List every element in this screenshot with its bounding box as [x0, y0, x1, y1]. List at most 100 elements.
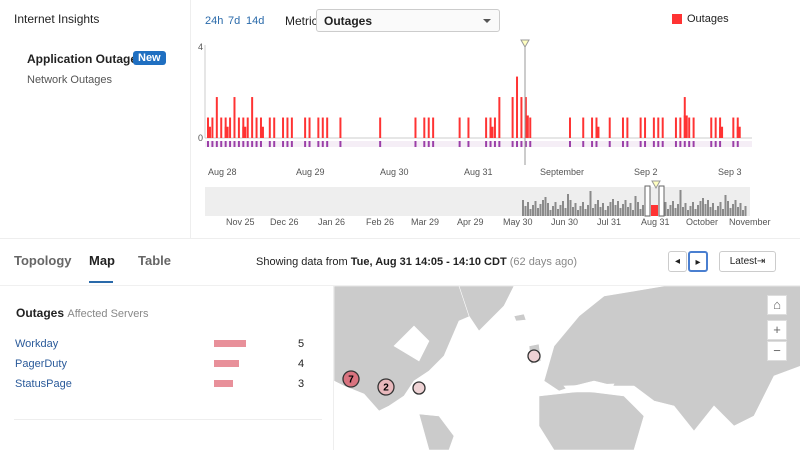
outage-bar[interactable] — [582, 117, 585, 138]
navigator-handle-right[interactable] — [658, 185, 665, 217]
outage-bar[interactable] — [321, 117, 324, 138]
outage-bar[interactable] — [339, 117, 342, 138]
outage-bar[interactable] — [485, 117, 488, 138]
outage-bar[interactable] — [255, 117, 258, 138]
outage-bar[interactable] — [493, 117, 496, 138]
outage-bar[interactable] — [529, 117, 532, 138]
outage-bar[interactable] — [246, 117, 249, 138]
outage-bar[interactable] — [273, 117, 276, 138]
tab-table[interactable]: Table — [138, 253, 171, 268]
server-link-statuspage[interactable]: StatusPage — [15, 378, 72, 390]
navigator-tick: Feb 26 — [366, 217, 395, 227]
zoom-in-button[interactable]: + — [767, 320, 787, 340]
outage-bar[interactable] — [215, 97, 218, 138]
outage-bar[interactable] — [595, 126, 600, 138]
outage-bar[interactable] — [242, 126, 247, 138]
home-icon[interactable]: ⌂ — [767, 295, 787, 315]
outage-bar[interactable] — [710, 117, 713, 138]
navigator-bar — [589, 191, 592, 216]
outage-bar[interactable] — [621, 117, 624, 138]
outage-cluster[interactable] — [412, 381, 426, 395]
outage-bar[interactable] — [644, 117, 647, 138]
navigator-handle-left[interactable] — [644, 185, 651, 217]
outage-bar[interactable] — [626, 117, 629, 138]
outage-bar[interactable] — [652, 117, 655, 138]
outage-bar[interactable] — [736, 126, 741, 138]
outage-bar[interactable] — [498, 97, 501, 138]
navigator-bar — [729, 208, 732, 216]
outage-bar[interactable] — [432, 117, 435, 138]
server-link-workday[interactable]: Workday — [15, 338, 58, 350]
navigator-bar — [667, 209, 669, 216]
navigator-bar — [689, 206, 692, 216]
tab-map[interactable]: Map — [89, 253, 115, 268]
outage-bar[interactable] — [511, 97, 514, 138]
purple-tick — [259, 141, 262, 147]
outage-bar[interactable] — [714, 117, 717, 138]
navigator-bar — [549, 210, 552, 216]
outage-bar[interactable] — [657, 117, 660, 138]
outage-bar[interactable] — [569, 117, 571, 138]
next-button[interactable]: ▸ — [688, 251, 708, 272]
outage-bar[interactable] — [467, 117, 470, 138]
outage-bar[interactable] — [290, 117, 293, 138]
navigator-tick: Jan 26 — [318, 217, 346, 227]
navigator-bar — [739, 203, 742, 216]
outage-bar[interactable] — [458, 117, 461, 138]
world-map[interactable]: 72 ⌂ + − — [333, 286, 800, 450]
outage-bar[interactable] — [220, 117, 223, 138]
navigator-bar — [534, 201, 537, 216]
navigator-tick: October — [686, 217, 719, 227]
outage-bar[interactable] — [732, 117, 735, 138]
purple-tick — [683, 141, 686, 147]
outage-bar[interactable] — [423, 117, 426, 138]
purple-tick — [732, 141, 735, 147]
outage-bar[interactable] — [286, 117, 289, 138]
purple-tick — [286, 141, 289, 147]
purple-tick — [321, 141, 324, 147]
navigator-bar — [672, 201, 674, 216]
outage-bar[interactable] — [639, 117, 642, 138]
outage-bar[interactable] — [259, 126, 264, 138]
previous-button[interactable]: ◂ — [668, 251, 687, 272]
outage-bar[interactable] — [251, 97, 254, 138]
outage-bar[interactable] — [516, 76, 519, 138]
outage-bar[interactable] — [317, 117, 320, 138]
x-tick: Aug 31 — [464, 167, 493, 177]
outage-bar[interactable] — [379, 117, 382, 138]
outage-bar[interactable] — [308, 117, 311, 138]
outage-bar[interactable] — [688, 117, 691, 138]
server-link-pagerduty[interactable]: PagerDuty — [15, 358, 67, 370]
outage-bar[interactable] — [683, 115, 688, 138]
outage-bar[interactable] — [268, 117, 271, 138]
outage-bar[interactable] — [520, 97, 523, 138]
outage-bar[interactable] — [237, 117, 240, 138]
outage-bar[interactable] — [304, 117, 307, 138]
purple-tick — [608, 141, 611, 147]
purple-tick — [427, 141, 430, 147]
outage-bar[interactable] — [674, 117, 677, 138]
outage-bar[interactable] — [692, 117, 695, 138]
outage-bar[interactable] — [719, 126, 724, 138]
outage-bar[interactable] — [489, 126, 494, 138]
tab-topology[interactable]: Topology — [14, 253, 72, 268]
outage-bar[interactable] — [608, 117, 611, 138]
outage-bar[interactable] — [326, 117, 329, 138]
purple-tick — [520, 141, 523, 147]
purple-tick — [569, 141, 571, 147]
outage-bar[interactable] — [591, 117, 594, 138]
outage-bar[interactable] — [661, 117, 664, 138]
zoom-out-button[interactable]: − — [767, 341, 787, 361]
outage-bar[interactable] — [211, 117, 214, 138]
outages-chart[interactable] — [0, 0, 800, 238]
outage-bar[interactable] — [233, 97, 236, 138]
outage-cluster[interactable] — [527, 349, 541, 363]
outage-bar[interactable] — [414, 117, 417, 138]
outage-bar[interactable] — [207, 126, 211, 138]
outage-bar[interactable] — [282, 117, 285, 138]
outage-bar[interactable] — [427, 117, 430, 138]
outage-bar[interactable] — [224, 126, 229, 138]
latest-button[interactable]: Latest⇥ — [719, 251, 776, 272]
outage-bar[interactable] — [229, 117, 232, 138]
outage-bar[interactable] — [679, 117, 682, 138]
